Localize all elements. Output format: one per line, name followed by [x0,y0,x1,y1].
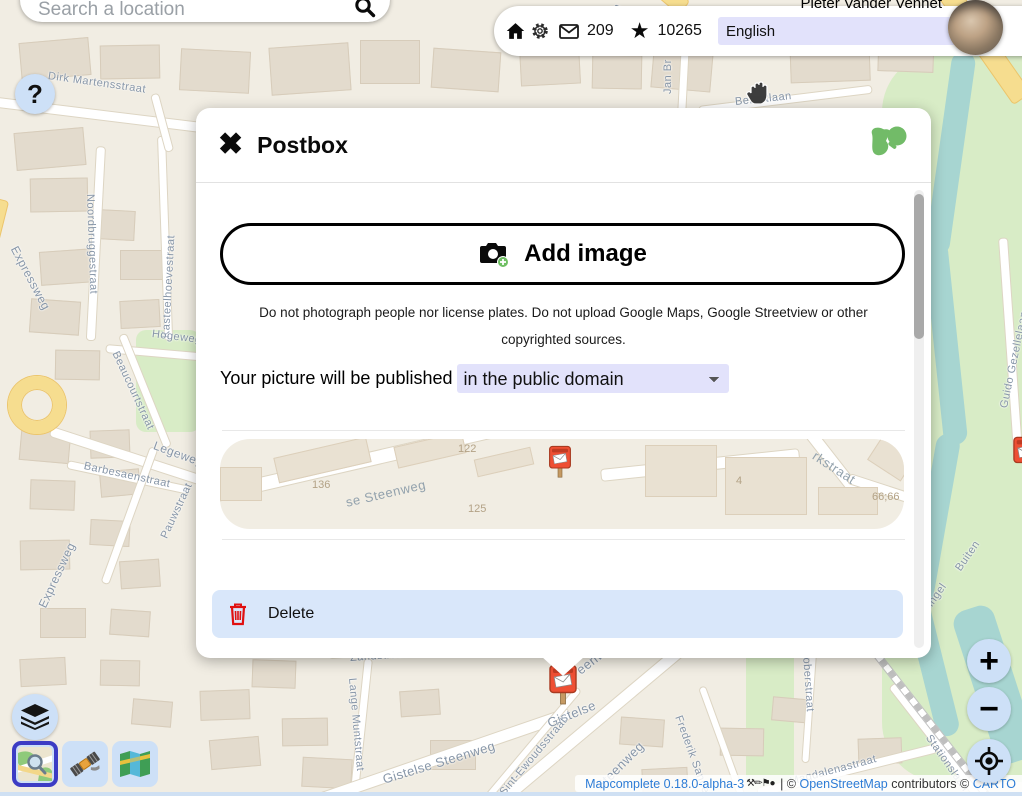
mini-map-label: 136 [312,479,330,491]
mini-map-building [867,439,904,481]
mini-map[interactable]: 122136se Steenweg1254rkstraat66;66 [220,439,904,529]
user-name: Pieter Vander Vennet [801,0,943,12]
messages-icon[interactable] [559,24,579,39]
messages-count: 209 [587,22,614,40]
mini-map-building [818,487,878,515]
stars-count: 10265 [657,22,702,40]
map-style-osm-button[interactable] [12,741,58,787]
building [55,350,101,381]
home-icon[interactable] [506,22,525,40]
street-label: Jan Br [662,59,674,94]
building [19,657,66,687]
layers-button[interactable] [12,694,58,740]
building [119,299,160,329]
building [209,736,261,770]
help-button[interactable]: ? [15,74,55,114]
building [30,177,89,212]
help-label: ? [27,79,43,110]
section-divider [222,430,905,431]
attribution-contributors: contributors © [888,777,973,791]
osm-style-icon [18,747,52,781]
zoom-out-button[interactable]: − [967,687,1011,731]
building [592,55,643,90]
dialog-header: ✖ Postbox [196,108,931,182]
dialog-pointer-tail [541,656,585,676]
building [179,48,251,94]
map-style-satellite-button[interactable] [62,741,108,787]
building [29,479,75,511]
crosshair-icon [974,746,1004,776]
folded-map-icon [118,747,152,781]
building [100,660,140,687]
dialog-scrollbar-track [914,190,924,648]
license-select[interactable]: in the public domain [457,364,729,393]
postbox-dialog: ✖ Postbox Add image Do not photograph pe… [196,108,931,658]
star-icon[interactable]: ★ [630,18,650,44]
building [131,698,173,727]
mini-map-building [474,447,535,478]
search-icon[interactable] [354,0,376,23]
building [199,689,250,721]
license-note: Do not photograph people nor license pla… [240,299,887,353]
mini-map-label: se Steenweg [344,477,427,510]
building [13,127,86,171]
building [252,659,297,689]
building [40,608,86,638]
building [399,689,441,718]
gear-icon[interactable] [531,22,549,40]
add-image-label: Add image [524,240,647,268]
mini-map-building [393,439,466,469]
osm-link[interactable]: OpenStreetMap [800,777,888,791]
building [431,48,502,93]
trash-icon [228,602,248,626]
search-bar[interactable] [20,0,390,22]
building [268,42,351,95]
roundabout-road [8,376,66,434]
building [109,609,151,638]
dialog-scrollbar-thumb[interactable] [914,194,924,339]
building [100,44,161,79]
close-icon[interactable]: ✖ [218,130,243,160]
camera-plus-icon [478,241,510,268]
search-input[interactable] [36,0,336,22]
mini-map-building [220,467,262,501]
language-select[interactable]: English [718,17,968,45]
header-divider [196,182,931,183]
user-avatar[interactable] [948,0,1003,55]
map-style-map-button[interactable] [112,741,158,787]
mini-map-building [645,445,717,497]
road-segment [0,195,9,796]
mini-map-label: 66;66 [872,491,900,503]
delete-button[interactable]: Delete [212,590,903,638]
layers-icon [21,704,49,730]
mapcomplete-version-link[interactable]: Mapcomplete 0.18.0-alpha-3 [585,777,744,791]
satellite-icon [68,747,102,781]
building [282,718,328,747]
zoom-out-label: − [979,690,999,729]
building [120,250,165,280]
mini-map-label: 4 [736,475,742,487]
zoom-in-label: + [979,642,999,681]
mini-map-label: 125 [468,503,486,515]
attribution-icons: ⚒✏⚑● [746,778,774,789]
attribution-bar: Mapcomplete 0.18.0-alpha-3 ⚒✏⚑● | © Open… [575,775,1022,792]
building [360,40,420,84]
postbox-marker-edge[interactable] [1012,436,1022,480]
publish-row: Your picture will be published in the pu… [220,364,931,393]
geolocate-button[interactable] [967,739,1011,783]
attribution-separator: | © [777,777,800,791]
mapcomplete-logo-icon [867,123,909,168]
publish-prefix: Your picture will be published [220,368,452,389]
zoom-in-button[interactable]: + [967,639,1011,683]
dialog-title: Postbox [257,132,348,159]
add-image-button[interactable]: Add image [220,223,905,285]
section-divider-2 [222,539,905,540]
user-bar: 209 ★ 10265 English [494,6,1022,56]
bottom-strip [0,792,1022,796]
mini-map-label: 122 [458,443,476,455]
building [119,559,161,590]
mini-map-postbox-marker [548,445,572,484]
delete-label: Delete [268,605,314,623]
